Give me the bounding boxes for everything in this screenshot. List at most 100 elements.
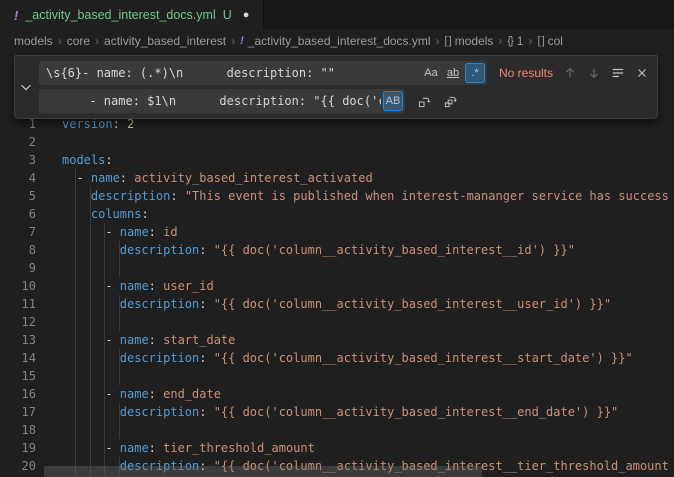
line-number: 7	[0, 223, 36, 241]
code-line[interactable]: 10 - name: user_id	[0, 277, 674, 295]
breadcrumb-label: 1	[517, 34, 524, 48]
code-text: - name: activity_based_interest_activate…	[62, 169, 373, 187]
find-in-selection-icon[interactable]	[607, 62, 629, 84]
indent-guide	[105, 403, 119, 421]
indent-guide	[91, 403, 105, 421]
breadcrumb-item-activity-based-interest[interactable]: activity_based_interest	[104, 34, 226, 48]
breadcrumb-item-1[interactable]: {} 1	[507, 34, 523, 48]
symbol-icon: [ ]	[537, 35, 543, 47]
code-text: - name: end_date	[62, 385, 221, 403]
indent-guide	[105, 241, 119, 259]
yaml-file-icon: !	[240, 35, 244, 47]
indent-guide	[62, 241, 76, 259]
breadcrumb-item-core[interactable]: core	[67, 34, 90, 48]
line-number: 15	[0, 367, 36, 385]
line-number: 9	[0, 259, 36, 277]
whole-word-toggle[interactable]: ab	[443, 63, 463, 83]
indent-guide	[91, 223, 105, 241]
indent-guide	[76, 295, 90, 313]
code-line[interactable]: 16 - name: end_date	[0, 385, 674, 403]
code-line[interactable]: 13 - name: start_date	[0, 331, 674, 349]
code-line[interactable]: 14 description: "{{ doc('column__activit…	[0, 349, 674, 367]
line-number: 11	[0, 295, 36, 313]
breadcrumb-item-col[interactable]: [ ]col	[537, 34, 563, 48]
breadcrumb-separator: ›	[498, 34, 502, 48]
breadcrumb-label: models	[14, 34, 53, 48]
tab-title: _activity_based_interest_docs.yml	[25, 8, 215, 22]
code-text	[62, 313, 120, 331]
line-number: 12	[0, 313, 36, 331]
indent-guide	[76, 187, 90, 205]
indent-guide	[62, 277, 76, 295]
indent-guide	[62, 313, 76, 331]
indent-guide	[91, 349, 105, 367]
find-results-status: No results	[499, 61, 553, 85]
find-input[interactable]	[39, 61, 419, 85]
breadcrumb-separator: ›	[95, 34, 99, 48]
breadcrumb-separator: ›	[231, 34, 235, 48]
code-line[interactable]: 9	[0, 259, 674, 277]
find-replace-widget: Aa ab .* No results AB	[14, 55, 658, 119]
breadcrumb-item-models[interactable]: [ ]models	[445, 34, 494, 48]
code-text: description: "This event is published wh…	[62, 187, 669, 205]
code-line[interactable]: 5 description: "This event is published …	[0, 187, 674, 205]
code-line[interactable]: 3models:	[0, 151, 674, 169]
code-text	[62, 259, 120, 277]
indent-guide	[105, 367, 119, 385]
code-line[interactable]: 12	[0, 313, 674, 331]
code-line[interactable]: 19 - name: tier_threshold_amount	[0, 439, 674, 457]
preserve-case-toggle[interactable]: AB	[383, 91, 403, 111]
breadcrumb: models › core › activity_based_interest › !_ac…	[0, 30, 674, 52]
next-match-button[interactable]	[583, 62, 605, 84]
code-line[interactable]: 17 description: "{{ doc('column__activit…	[0, 403, 674, 421]
tab-active-file[interactable]: ! _activity_based_interest_docs.yml U ●	[0, 0, 264, 30]
regex-toggle[interactable]: .*	[465, 63, 485, 83]
indent-guide	[105, 295, 119, 313]
code-line[interactable]: 8 description: "{{ doc('column__activity…	[0, 241, 674, 259]
previous-match-button[interactable]	[559, 62, 581, 84]
code-line[interactable]: 7 - name: id	[0, 223, 674, 241]
indent-guide	[62, 259, 76, 277]
tab-bar: ! _activity_based_interest_docs.yml U ●	[0, 0, 674, 30]
code-line[interactable]: 11 description: "{{ doc('column__activit…	[0, 295, 674, 313]
breadcrumb-label: core	[67, 34, 90, 48]
replace-all-icon[interactable]	[439, 90, 461, 112]
git-status-badge: U	[223, 8, 232, 22]
line-number: 4	[0, 169, 36, 187]
line-number: 5	[0, 187, 36, 205]
indent-guide	[62, 223, 76, 241]
indent-guide	[76, 349, 90, 367]
indent-guide	[76, 241, 90, 259]
breadcrumb-item--activity-based-interest-docs-yml[interactable]: !_activity_based_interest_docs.yml	[240, 34, 430, 48]
breadcrumb-label: activity_based_interest	[104, 34, 226, 48]
code-line[interactable]: 6 columns:	[0, 205, 674, 223]
match-case-toggle[interactable]: Aa	[421, 63, 441, 83]
indent-guide	[62, 205, 76, 223]
code-line[interactable]: 4 - name: activity_based_interest_activa…	[0, 169, 674, 187]
replace-input[interactable]	[39, 89, 381, 113]
code-text: description: "{{ doc('column__activity_b…	[62, 241, 575, 259]
line-number: 10	[0, 277, 36, 295]
indent-guide	[76, 403, 90, 421]
indent-guide	[91, 331, 105, 349]
breadcrumb-separator: ›	[528, 34, 532, 48]
code-text: - name: id	[62, 223, 178, 241]
indent-guide	[62, 439, 76, 457]
vscode-window: ! _activity_based_interest_docs.yml U ● …	[0, 0, 674, 477]
horizontal-scrollbar-thumb[interactable]	[44, 466, 482, 477]
symbol-icon: {}	[507, 35, 512, 47]
line-number: 16	[0, 385, 36, 403]
indent-guide	[62, 169, 76, 187]
dirty-indicator-dot[interactable]: ●	[243, 9, 250, 21]
replace-one-icon[interactable]	[413, 90, 435, 112]
code-text: models:	[62, 151, 113, 169]
indent-guide	[76, 421, 90, 439]
code-line[interactable]: 2	[0, 133, 674, 151]
indent-guide	[105, 421, 119, 439]
breadcrumb-item-models[interactable]: models	[14, 34, 53, 48]
toggle-replace-chevron-icon[interactable]	[15, 56, 36, 118]
code-line[interactable]: 18	[0, 421, 674, 439]
indent-guide	[91, 313, 105, 331]
close-find-widget-icon[interactable]	[631, 62, 653, 84]
code-line[interactable]: 15	[0, 367, 674, 385]
